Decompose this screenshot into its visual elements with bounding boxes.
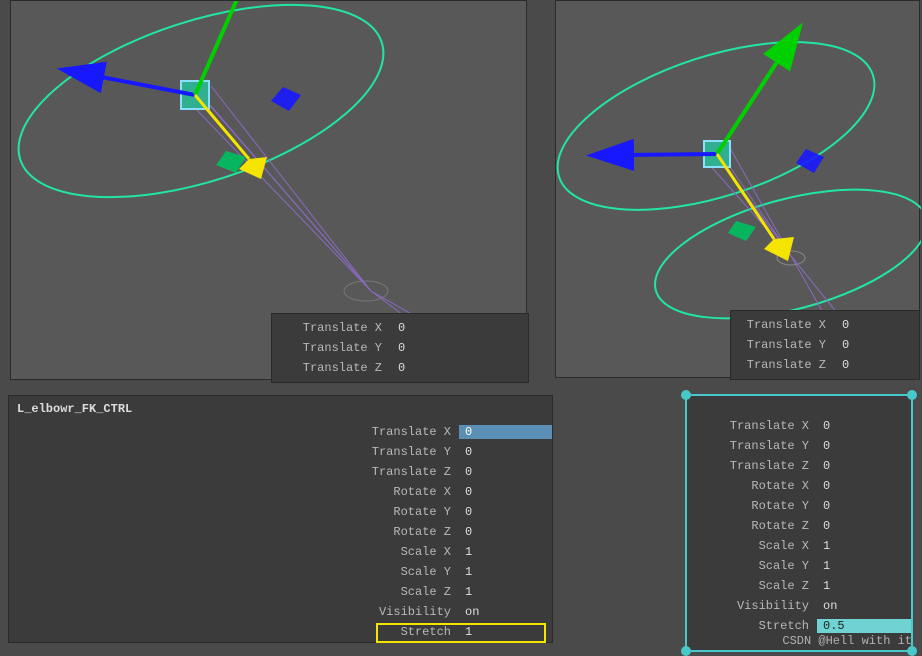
channel-value[interactable]: on [817,599,911,613]
channel-label: Translate Y [9,445,459,459]
channel-row[interactable]: Stretch1 [9,622,552,642]
channel-label: Stretch [687,619,817,633]
channel-label: Visibility [9,605,459,619]
channel-row[interactable]: Translate Z0 [9,462,552,482]
channel-label: Rotate Y [687,499,817,513]
channel-label: Scale Z [9,585,459,599]
channel-row[interactable]: Stretch0.5 [687,616,911,636]
watermark: CSDN @Hell with it [782,634,912,648]
channel-label: Stretch [9,625,459,639]
channel-label: Scale Z [687,579,817,593]
hud-value: 0 [392,361,405,375]
channel-value[interactable]: on [459,605,552,619]
channel-value[interactable]: 0 [817,459,911,473]
channel-label: Rotate Z [687,519,817,533]
channel-value[interactable]: 1 [459,565,552,579]
hud-label: Translate Y [272,341,392,355]
channel-row[interactable]: Rotate Z0 [9,522,552,542]
channel-value[interactable]: 0 [817,519,911,533]
channel-label: Translate X [687,419,817,433]
channel-row[interactable]: Translate Z0 [687,456,911,476]
channel-label: Rotate Y [9,505,459,519]
channel-label: Translate Y [687,439,817,453]
channel-row[interactable]: Rotate X0 [9,482,552,502]
channel-box-title[interactable]: L_elbowr_FK_CTRL [9,396,552,422]
channel-label: Visibility [687,599,817,613]
channel-row[interactable]: Scale Y1 [9,562,552,582]
channel-row[interactable]: Rotate X0 [687,476,911,496]
channel-row[interactable]: Translate X0 [9,422,552,442]
hud-label: Translate Z [272,361,392,375]
channel-label: Translate Z [9,465,459,479]
channel-row[interactable]: Translate Y0 [687,436,911,456]
channel-row[interactable]: Scale Z1 [687,576,911,596]
channel-value[interactable]: 0.5 [817,619,911,633]
channel-row[interactable]: Scale X1 [9,542,552,562]
selection-handle[interactable] [907,390,917,400]
hud-value: 0 [836,358,849,372]
channel-value[interactable]: 0 [459,465,552,479]
hud-label: Translate Y [731,338,836,352]
channel-value[interactable]: 1 [459,545,552,559]
channel-row[interactable]: Visibilityon [687,596,911,616]
hud-label: Translate X [731,318,836,332]
channel-row[interactable]: Scale Z1 [9,582,552,602]
channel-value[interactable]: 0 [817,479,911,493]
channel-value[interactable]: 0 [459,445,552,459]
channel-value[interactable]: 0 [817,499,911,513]
hud-value: 0 [836,318,849,332]
hud-value: 0 [836,338,849,352]
channel-value[interactable]: 1 [817,539,911,553]
channel-box-left[interactable]: L_elbowr_FK_CTRL Translate X0Translate Y… [8,395,553,643]
channel-label: Scale X [687,539,817,553]
hud-value: 0 [392,321,405,335]
hud-right: Translate X0 Translate Y0 Translate Z0 [730,310,920,380]
hud-value: 0 [392,341,405,355]
channel-label: Scale Y [9,565,459,579]
channel-value[interactable]: 0 [459,505,552,519]
selection-handle[interactable] [681,646,691,656]
channel-label: Rotate Z [9,525,459,539]
channel-row[interactable]: Translate Y0 [9,442,552,462]
channel-value[interactable]: 1 [459,585,552,599]
channel-row[interactable]: Visibilityon [9,602,552,622]
hud-label: Translate X [272,321,392,335]
channel-value[interactable]: 1 [817,559,911,573]
channel-label: Rotate X [9,485,459,499]
channel-box-right[interactable]: Translate X0Translate Y0Translate Z0Rota… [685,394,913,652]
channel-value[interactable]: 0 [817,439,911,453]
channel-row[interactable]: Rotate Y0 [687,496,911,516]
channel-label: Translate X [9,425,459,439]
channel-value[interactable]: 0 [459,425,552,439]
channel-value[interactable]: 0 [459,485,552,499]
channel-label: Scale X [9,545,459,559]
selection-handle[interactable] [681,390,691,400]
channel-value[interactable]: 0 [817,419,911,433]
channel-value[interactable]: 0 [459,525,552,539]
channel-row[interactable]: Rotate Y0 [9,502,552,522]
hud-label: Translate Z [731,358,836,372]
channel-row[interactable]: Translate X0 [687,416,911,436]
channel-label: Scale Y [687,559,817,573]
channel-value[interactable]: 1 [459,625,552,639]
channel-label: Rotate X [687,479,817,493]
channel-row[interactable]: Scale Y1 [687,556,911,576]
channel-value[interactable]: 1 [817,579,911,593]
hud-left: Translate X0 Translate Y0 Translate Z0 [271,313,529,383]
channel-row[interactable]: Rotate Z0 [687,516,911,536]
channel-label: Translate Z [687,459,817,473]
channel-row[interactable]: Scale X1 [687,536,911,556]
